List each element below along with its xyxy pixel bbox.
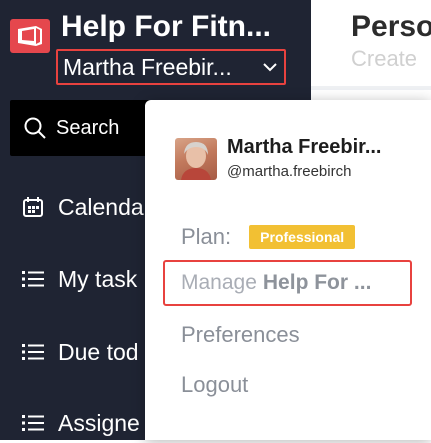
sidebar-item-label: My task (58, 265, 138, 292)
sidebar-item-assigned[interactable]: Assigne (20, 403, 140, 443)
sidebar-item-label: Due tod (58, 338, 139, 365)
list-icon (20, 410, 46, 436)
search-label: Search (56, 116, 120, 139)
app-title[interactable]: Help For Fitn... (61, 10, 311, 44)
list-icon (20, 266, 46, 292)
page-title: Perso (351, 10, 431, 43)
sidebar-item-label: Calenda (58, 193, 144, 220)
page-subtitle: Create (351, 46, 418, 71)
divider (311, 86, 431, 90)
list-icon (20, 339, 46, 365)
plan-badge: Professional (249, 225, 356, 249)
profile-handle: @martha.freebirch (227, 163, 352, 180)
manage-workspace-menu-item[interactable]: Manage Help For ... (163, 260, 412, 306)
profile-name: Martha Freebir... (227, 136, 382, 158)
calendar-icon (20, 194, 46, 220)
app-logo-icon[interactable] (10, 19, 50, 53)
sidebar-item-my-tasks[interactable]: My task (20, 259, 137, 299)
chevron-down-icon (263, 59, 277, 77)
preferences-menu-item[interactable]: Preferences (181, 322, 300, 348)
logout-menu-item[interactable]: Logout (181, 372, 248, 398)
sidebar-item-due-today[interactable]: Due tod (20, 332, 139, 372)
account-dropdown-menu: Martha Freebir... @martha.freebirch Plan… (145, 100, 431, 440)
sidebar-item-calendar[interactable]: Calenda (20, 187, 144, 227)
sidebar-item-label: Assigne (58, 409, 140, 436)
search-icon (24, 117, 46, 139)
account-name: Martha Freebir... (63, 53, 232, 80)
manage-workspace-name: Help For ... (262, 271, 372, 294)
plan-label: Plan: (181, 224, 232, 249)
plan-row: Plan: Professional (181, 224, 356, 250)
avatar[interactable] (175, 138, 217, 180)
manage-prefix: Manage (181, 271, 257, 294)
account-switcher[interactable]: Martha Freebir... (56, 49, 286, 85)
